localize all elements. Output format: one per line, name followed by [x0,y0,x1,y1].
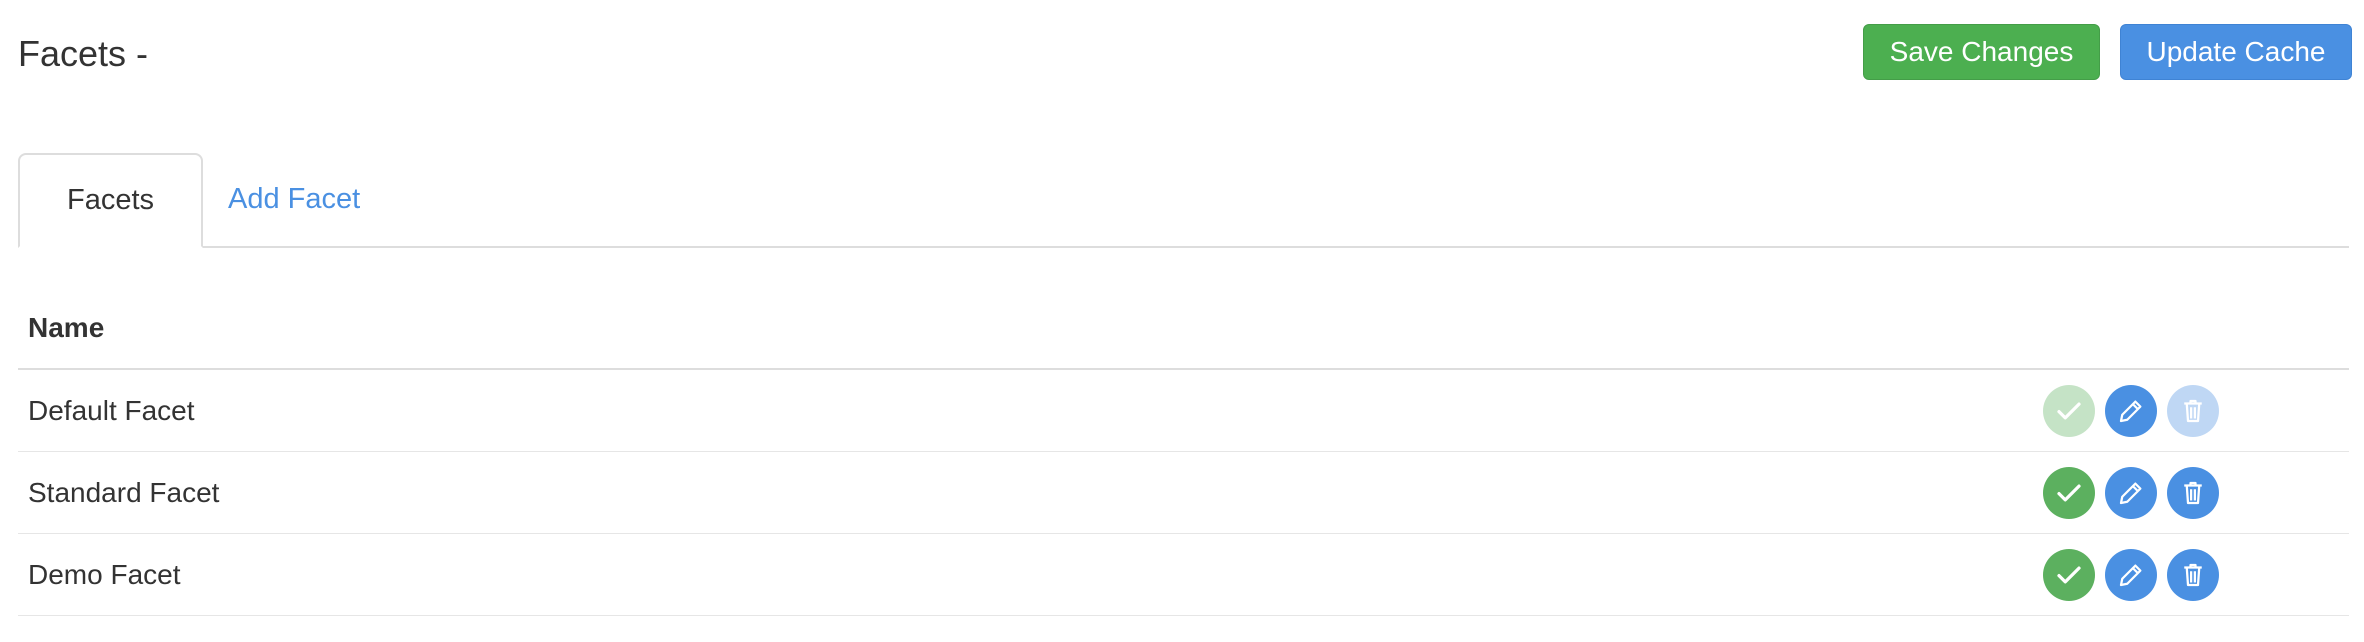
update-cache-button[interactable]: Update Cache [2120,24,2352,80]
trash-icon [2184,563,2202,586]
facet-name: Standard Facet [28,476,220,508]
trash-icon [2184,399,2202,422]
table-row: Demo Facet [18,534,2349,616]
activate-button [2043,384,2095,437]
check-icon [2057,566,2081,583]
edit-button[interactable] [2105,548,2157,601]
facet-name: Default Facet [28,394,195,426]
tab-bar: Facets Add Facet [18,153,2349,248]
delete-button [2167,384,2219,437]
table-row: Standard Facet [18,452,2349,534]
activate-button[interactable] [2043,466,2095,519]
delete-button[interactable] [2167,548,2219,601]
page: Facets - Save Changes Update Cache Facet… [0,0,2364,642]
column-header-name: Name [28,312,105,343]
edit-button[interactable] [2105,384,2157,437]
header-actions: Save Changes Update Cache [1863,24,2352,80]
check-icon [2057,484,2081,501]
edit-button[interactable] [2105,466,2157,519]
row-actions [2043,548,2219,601]
save-changes-button[interactable]: Save Changes [1863,24,2100,80]
facets-table: Name Default Facet Standard Facet Demo F… [18,288,2349,616]
tab-add-facet[interactable]: Add Facet [203,153,360,246]
page-title: Facets - [18,33,149,74]
pencil-icon [2119,564,2142,586]
trash-icon [2184,481,2202,504]
facet-name: Demo Facet [28,558,181,590]
row-actions [2043,384,2219,437]
pencil-icon [2119,400,2142,422]
check-icon [2057,402,2081,419]
activate-button[interactable] [2043,548,2095,601]
pencil-icon [2119,482,2142,504]
row-actions [2043,466,2219,519]
tab-facets[interactable]: Facets [18,153,203,248]
table-row: Default Facet [18,370,2349,452]
delete-button[interactable] [2167,466,2219,519]
table-header: Name [18,288,2349,370]
